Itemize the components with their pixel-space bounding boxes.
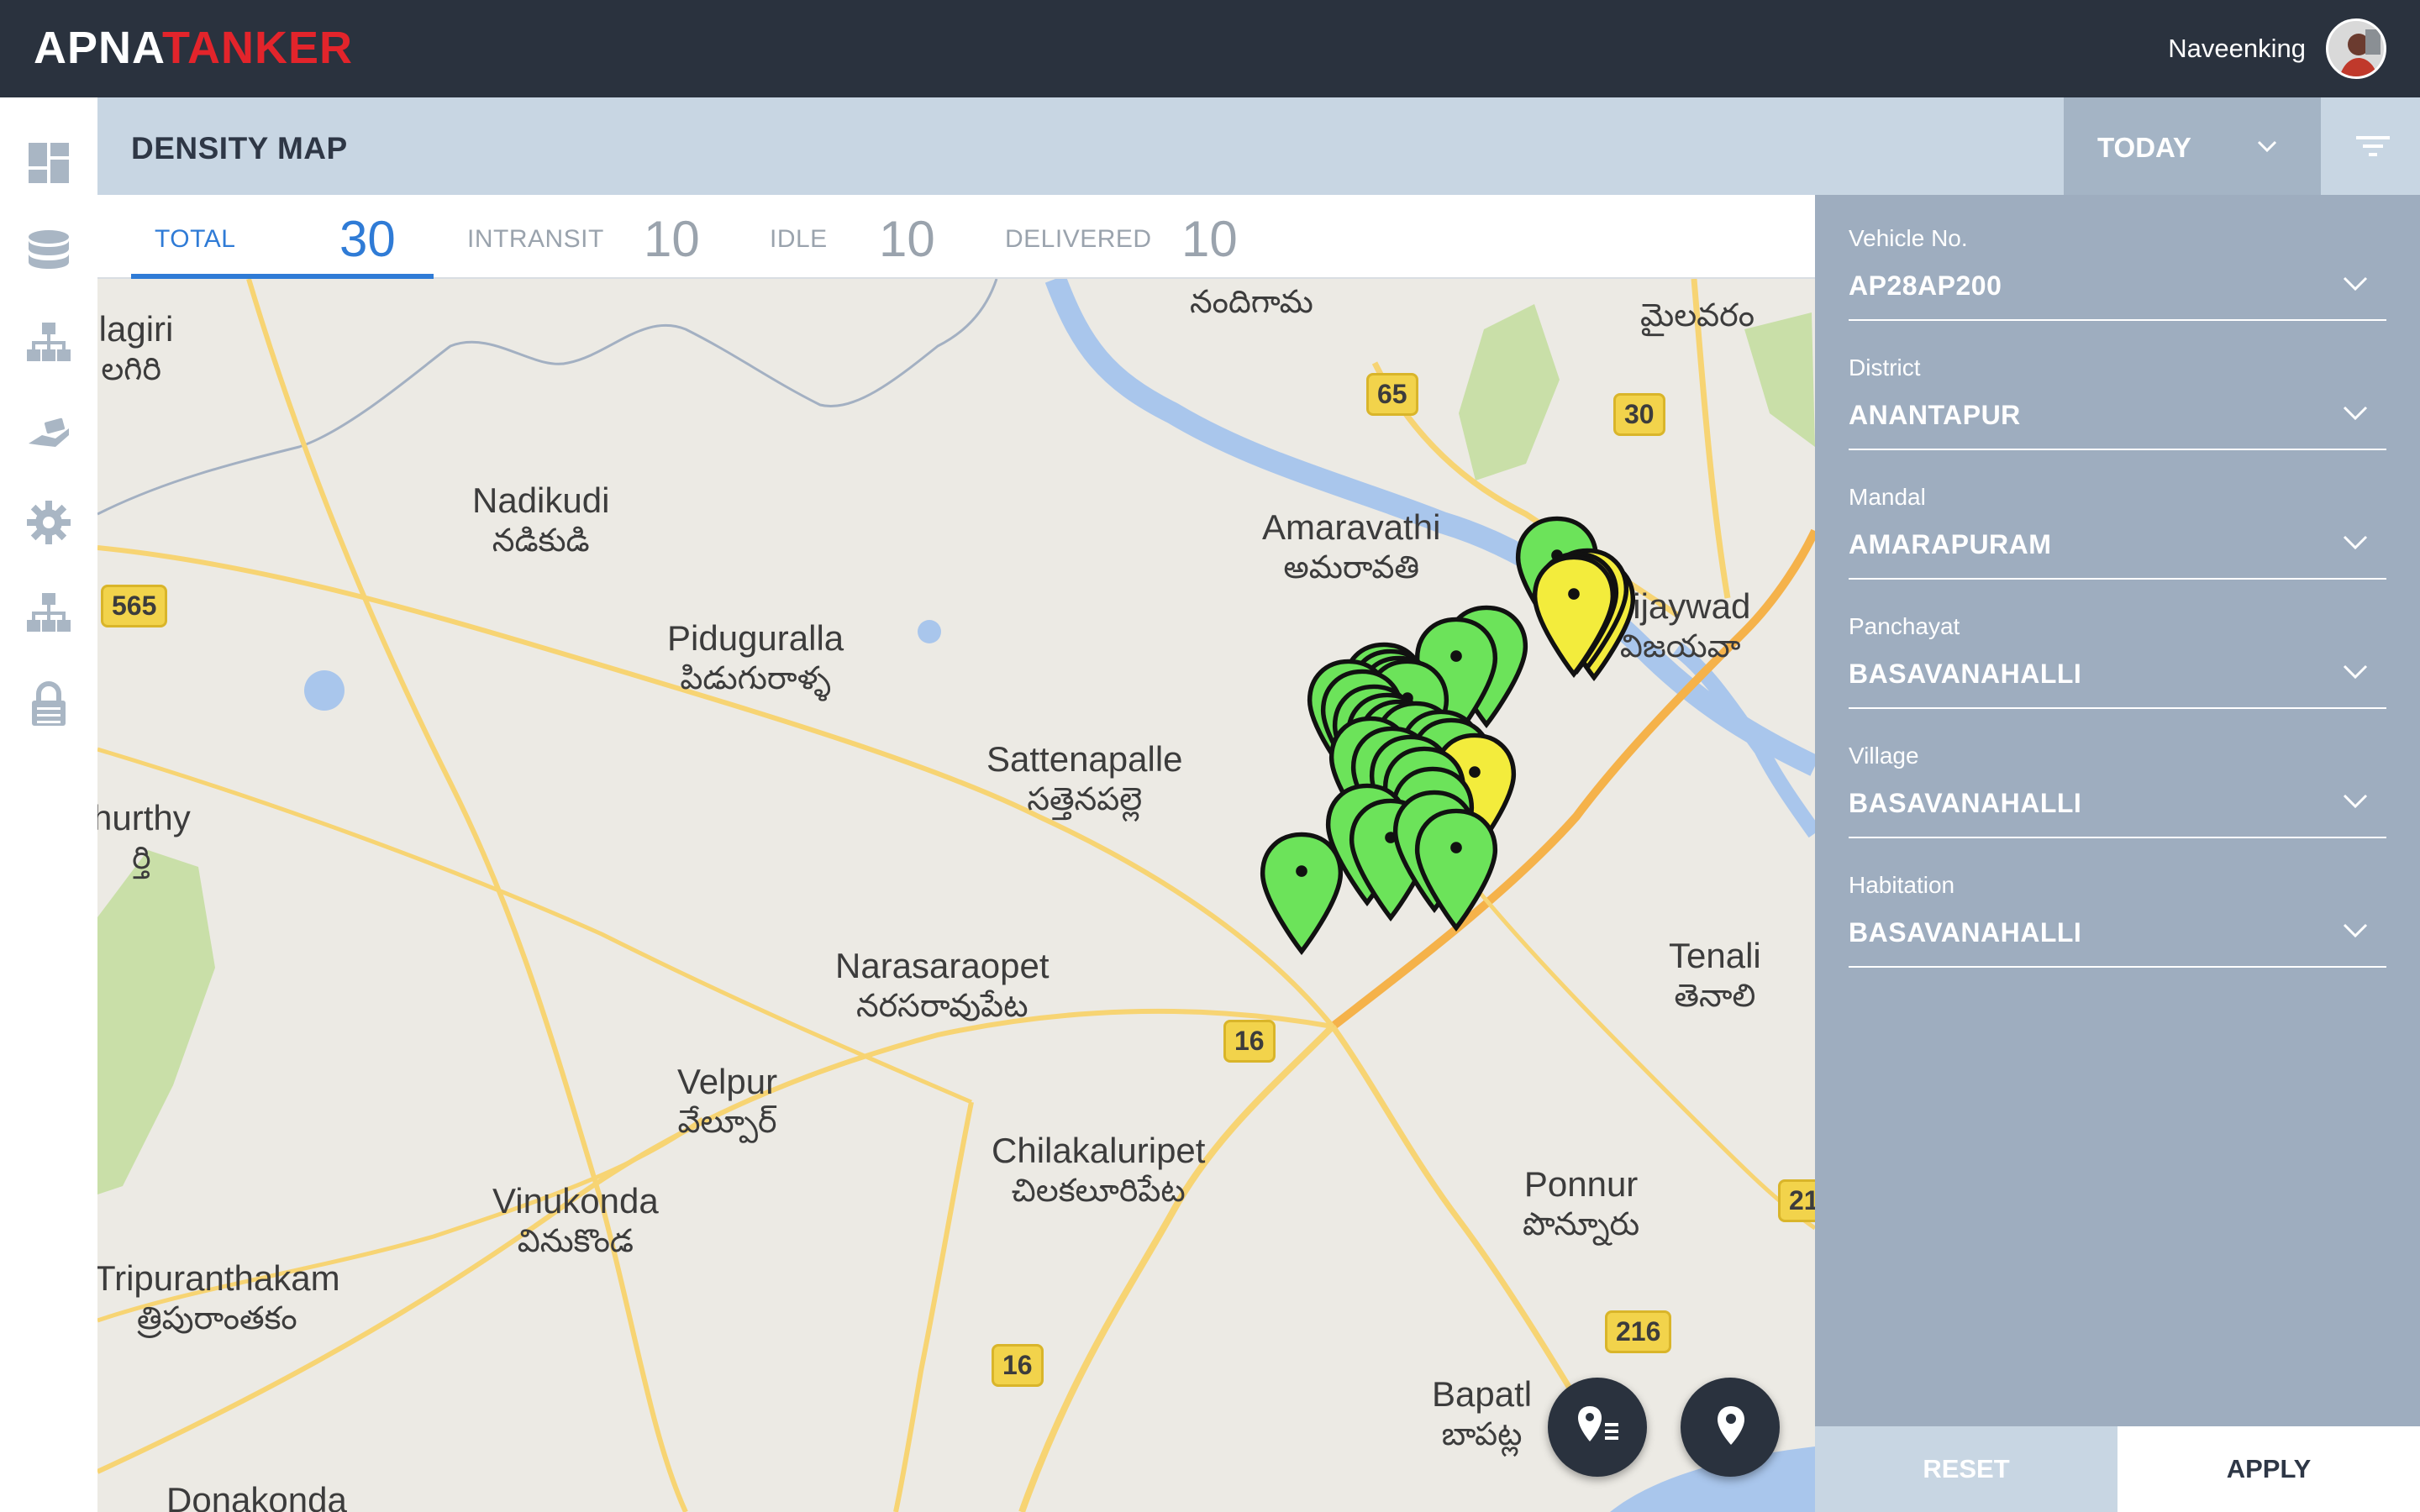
map-label-place: Ponnur పొన్నూరు [1523,1164,1640,1242]
highway-shield: 30 [1613,393,1665,436]
filter-toggle-button[interactable] [2321,97,2420,195]
map-label-place: Narasaraopet నరసరావుపేట [835,946,1050,1024]
tab-total[interactable]: TOTAL 30 [97,195,434,279]
density-map[interactable]: ılagiri లగిరి Nadikudi నడికుడి Piduguralla… [97,279,1815,1512]
tab-delivered-count: 10 [1181,211,1238,267]
map-label-place: నందిగామ [1190,285,1313,320]
map-label-place: Vinukonda వినుకొండ [492,1181,659,1259]
chevron-down-icon [2343,923,2368,938]
highway-shield: 21 [1778,1179,1815,1222]
logo-text-apna: APNA [34,23,163,73]
field-value: BASAVANAHALLI [1849,917,2082,948]
stats-tabs: TOTAL 30 INTRANSIT 10 IDLE 10 DELIVERED … [97,195,1815,279]
chevron-down-icon [2343,406,2368,421]
tab-idle-label: IDLE [770,225,828,253]
location-list-button[interactable] [1548,1378,1647,1477]
map-label-place: Tripuranthakam త్రిపురాంతకం [97,1258,340,1336]
field-label: District [1849,354,1921,381]
map-label-place: hurthy ర్తి [97,798,191,876]
chevron-down-icon [2343,664,2368,680]
mandal-select[interactable]: Mandal AMARAPURAM [1849,454,2386,580]
district-select[interactable]: District ANANTAPUR [1849,324,2386,450]
date-range-select[interactable]: TODAY [2064,97,2321,195]
logo-text-tanker: TANKER [162,23,353,73]
top-bar: APNATANKER Naveenking [0,0,2420,97]
avatar[interactable] [2326,18,2386,79]
tab-delivered[interactable]: DELIVERED 10 [971,195,1274,279]
apply-button[interactable]: APPLY [2118,1426,2420,1512]
highway-shield: 65 [1366,373,1418,416]
page-header: DENSITY MAP TODAY [97,97,2420,195]
habitation-select[interactable]: Habitation BASAVANAHALLI [1849,842,2386,968]
field-value: AMARAPURAM [1849,529,2052,559]
highway-shield: 216 [1605,1310,1672,1353]
field-label: Village [1849,743,1919,769]
tab-total-count: 30 [339,211,396,267]
map-label-place: Piduguralla పిడుగురాళ్ళ [667,618,844,696]
gear-icon[interactable] [25,499,72,546]
chevron-down-icon [2257,140,2277,153]
chevron-down-icon [2343,535,2368,550]
field-value: AP28AP200 [1849,270,2002,301]
map-label-place: Tenali తెనాలి [1669,936,1761,1014]
field-label: Mandal [1849,484,1926,510]
dashboard-icon[interactable] [25,139,72,186]
field-value: BASAVANAHALLI [1849,659,2082,689]
field-label: Habitation [1849,872,1955,898]
highway-shield: 565 [101,585,168,627]
date-range-value: TODAY [2097,132,2191,163]
avatar-image [2328,21,2384,76]
database-icon[interactable] [25,228,72,276]
map-label-place: Donakonda [166,1480,347,1512]
filter-panel: Vehicle No. AP28AP200 District ANANTAPUR… [1815,195,2420,1512]
vehicle-pin-marker[interactable] [1528,553,1620,679]
tab-delivered-label: DELIVERED [1005,225,1152,253]
map-base-layer [97,279,1815,1512]
tab-intransit-label: INTRANSIT [467,225,604,253]
hand-truck-icon[interactable] [25,410,72,457]
map-label-place: ılagiri లగిరి [97,309,174,387]
map-label-place: Chilakaluripet చిలకలూరిపేట [992,1131,1206,1209]
location-pin-icon [1718,1406,1744,1445]
app-logo[interactable]: APNATANKER [34,22,353,74]
tab-total-label: TOTAL [155,225,236,253]
highway-shield: 16 [1223,1020,1276,1063]
tab-idle-count: 10 [879,211,935,267]
panchayat-select[interactable]: Panchayat BASAVANAHALLI [1849,583,2386,709]
lock-icon[interactable] [25,680,72,727]
field-label: Panchayat [1849,613,1960,639]
map-label-place: Amaravathi అమరావతి [1262,507,1441,585]
field-label: Vehicle No. [1849,225,1968,251]
filter-icon [2356,136,2390,156]
vehicle-select[interactable]: Vehicle No. AP28AP200 [1849,195,2386,321]
field-value: ANANTAPUR [1849,400,2021,430]
chevron-down-icon [2343,794,2368,809]
map-label-place: మైలవరం [1640,298,1754,333]
field-value: BASAVANAHALLI [1849,788,2082,818]
map-label-place: Bapatl బాపట్ల [1432,1374,1533,1452]
hierarchy-icon[interactable] [25,319,72,366]
reset-button[interactable]: RESET [1815,1426,2118,1512]
village-select[interactable]: Village BASAVANAHALLI [1849,712,2386,838]
location-button[interactable] [1681,1378,1780,1477]
highway-shield: 16 [992,1344,1044,1387]
tab-intransit[interactable]: INTRANSIT 10 [434,195,736,279]
location-list-icon [1578,1406,1618,1441]
map-label-place: Velpur వేల్పూర్ [677,1062,778,1140]
org-chart-icon[interactable] [25,590,72,637]
map-label-place: Nadikudi నడికుడి [472,480,610,559]
chevron-down-icon [2343,276,2368,291]
vehicle-pin-marker[interactable] [1255,830,1348,956]
tab-intransit-count: 10 [644,211,700,267]
map-label-place: Sattenapalle సత్తెనపల్లె [986,739,1183,817]
username[interactable]: Naveenking [2168,34,2306,64]
vehicle-pin-marker[interactable] [1410,806,1502,932]
sidebar [0,97,97,1512]
tab-idle[interactable]: IDLE 10 [736,195,971,279]
page-title: DENSITY MAP [131,131,348,165]
